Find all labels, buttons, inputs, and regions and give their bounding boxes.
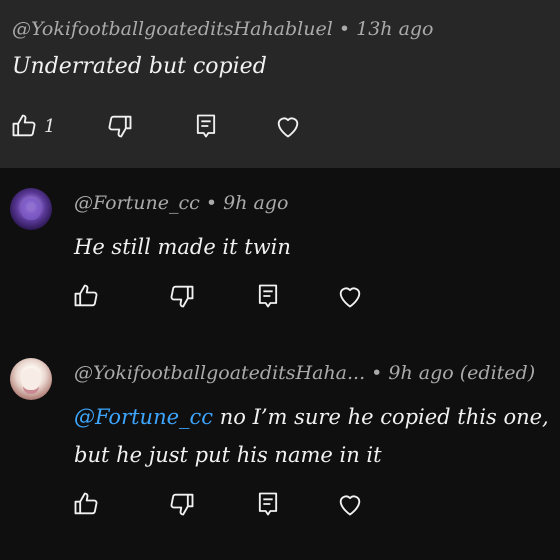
thumbs-down-icon: [106, 112, 134, 140]
heart-button[interactable]: [336, 490, 364, 518]
comment-time: 13h ago: [356, 18, 434, 40]
avatar[interactable]: [10, 188, 52, 230]
comment-thread: @YokifootballgoateditsHahabluel • 13h ag…: [0, 0, 560, 560]
thumbs-up-icon: [10, 112, 38, 140]
heart-button[interactable]: [336, 282, 364, 310]
dislike-button[interactable]: [106, 112, 134, 140]
meta-separator: •: [365, 362, 389, 384]
heart-icon: [274, 112, 302, 140]
like-button[interactable]: 1: [10, 112, 55, 140]
comment-text: Underrated but copied: [12, 54, 267, 79]
avatar[interactable]: [10, 358, 52, 400]
reply-author[interactable]: @YokifootballgoateditsHaha...: [74, 362, 365, 384]
reply-time: 9h ago: [223, 192, 289, 214]
dislike-button[interactable]: [168, 282, 196, 310]
reply-time: 9h ago (edited): [388, 362, 536, 384]
mention-link[interactable]: @Fortune_cc: [74, 405, 213, 429]
reply-item: @YokifootballgoateditsHaha... • 9h ago (…: [0, 348, 560, 538]
thumbs-down-icon: [168, 490, 196, 518]
meta-separator: •: [332, 18, 357, 40]
highlighted-comment: @YokifootballgoateditsHahabluel • 13h ag…: [0, 0, 560, 168]
avatar-face: [21, 198, 41, 220]
thumbs-up-icon: [72, 282, 100, 310]
reply-author[interactable]: @Fortune_cc: [74, 192, 200, 214]
reply-button[interactable]: [254, 282, 282, 310]
heart-button[interactable]: [274, 112, 302, 140]
reply-text: He still made it twin: [74, 235, 291, 259]
like-count: 1: [44, 115, 56, 137]
reply-comment-icon: [254, 282, 282, 310]
thumbs-up-icon: [72, 490, 100, 518]
comment-author[interactable]: @YokifootballgoateditsHahabluel: [12, 18, 333, 40]
reply-comment-icon: [192, 112, 220, 140]
heart-icon: [336, 282, 364, 310]
like-button[interactable]: [72, 490, 100, 518]
reply-comment-icon: [254, 490, 282, 518]
reply-button[interactable]: [192, 112, 220, 140]
dislike-button[interactable]: [168, 490, 196, 518]
like-button[interactable]: [72, 282, 100, 310]
heart-icon: [336, 490, 364, 518]
thumbs-down-icon: [168, 282, 196, 310]
comment-meta: @YokifootballgoateditsHahabluel • 13h ag…: [12, 18, 434, 40]
reply-item: @Fortune_cc • 9h ago He still made it tw…: [0, 178, 560, 328]
reply-button[interactable]: [254, 490, 282, 518]
reply-text: @Fortune_cc no I’m sure he copied this o…: [74, 398, 554, 474]
meta-separator: •: [199, 192, 224, 214]
reply-meta: @YokifootballgoateditsHaha... • 9h ago (…: [74, 362, 535, 384]
avatar-face: [21, 368, 41, 390]
reply-meta: @Fortune_cc • 9h ago: [74, 192, 288, 214]
